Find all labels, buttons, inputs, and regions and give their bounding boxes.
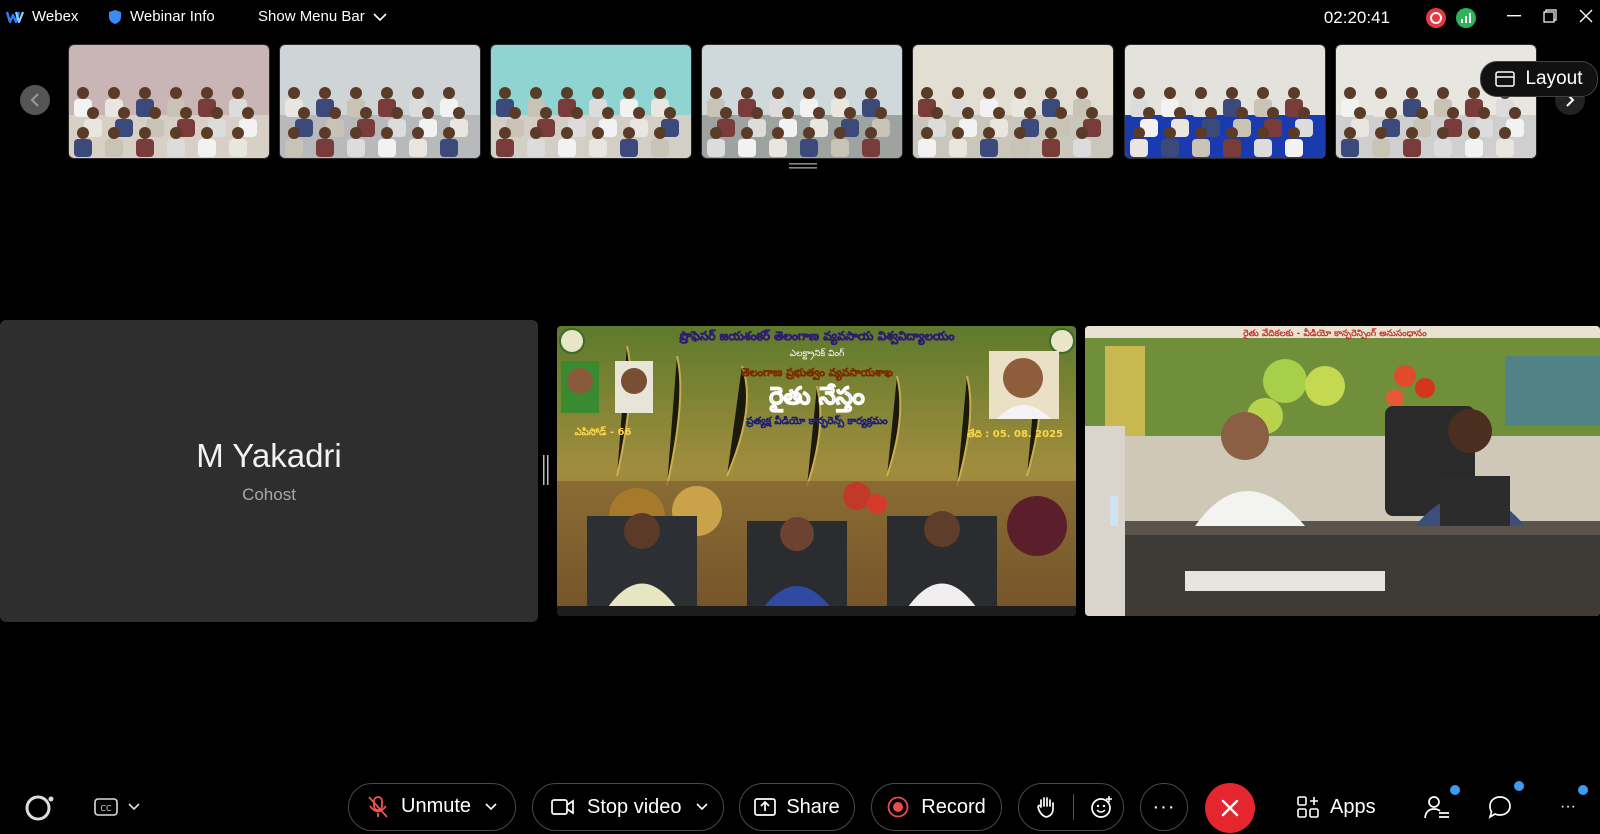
thumbnail-video-frame [913,45,1113,158]
emoji-reaction-icon [1091,796,1112,818]
stop-video-button-group: Stop video [532,783,724,831]
meeting-timer: 02:20:41 [1323,8,1390,27]
participant-thumbnail-2[interactable] [279,44,481,159]
banner-episode-text: ఎపిసోడ్ - 66 [575,426,632,438]
apps-grid-icon [1297,796,1319,818]
thumbnail-video-frame [69,45,269,158]
stop-video-label: Stop video [587,795,682,818]
thumbnail-video-frame [1125,45,1325,158]
webinar-info-button[interactable]: Webinar Info [108,8,215,25]
filmstrip-resize-handle[interactable] [789,163,817,169]
closed-captions-icon: CC [94,798,118,816]
chat-button[interactable] [1488,785,1512,829]
chevron-down-icon [128,803,140,811]
banner-government-text: తెలంగాణ ప్రభుత్వం వ్యవసాయశాఖ [741,366,893,381]
thumbnail-video-frame [280,45,480,158]
thumbnail-video-frame [702,45,902,158]
title-bar: Webex Webinar Info Show Menu Bar 02:20:4… [0,0,1600,38]
more-options-button[interactable]: ··· [1140,783,1188,831]
studio-video-frame: రైతు వేదికలకు - వీడియో కాన్ఫరెన్సింగ్ అన… [1085,326,1600,616]
webex-assistant-button[interactable] [24,785,56,829]
participants-button[interactable] [1424,785,1450,829]
close-icon [1221,799,1239,817]
share-label: Share [786,795,840,818]
chevron-left-icon [30,93,39,107]
minimize-icon[interactable] [1504,6,1524,26]
participant-thumbnail-6[interactable] [1124,44,1326,159]
participants-notification-badge [1450,785,1460,795]
webinar-info-label: Webinar Info [130,8,215,25]
reactions-button[interactable] [1090,795,1114,819]
participant-filmstrip [0,44,1600,159]
raise-hand-icon [1037,797,1054,818]
reactions-button-group [1018,783,1124,831]
app-title: Webex [6,8,78,25]
overflow-notification-badge [1578,785,1588,795]
app-name: Webex [32,8,79,25]
closed-captions-button[interactable]: CC [94,785,140,829]
participant-thumbnail-5[interactable] [912,44,1114,159]
apps-button[interactable]: Apps [1296,785,1376,829]
overflow-menu-label: ··· [1560,798,1576,815]
reactions-divider [1073,794,1074,820]
unmute-button-group: Unmute [348,783,516,831]
layout-button[interactable]: Layout [1480,61,1598,97]
record-label: Record [921,795,986,818]
assistant-ring-icon [25,795,54,821]
raise-hand-button[interactable] [1035,795,1057,819]
filmstrip-previous-button[interactable] [20,85,50,115]
banner-university-text: ప్రొఫెసర్ జయశంకర్ తెలంగాణ వ్యవసాయ విశ్వవ… [679,329,954,345]
participant-role: Cohost [242,485,296,504]
restore-icon[interactable] [1540,6,1560,26]
thumbnail-video-frame [491,45,691,158]
participant-tile-m-yakadri[interactable]: M Yakadri Cohost [0,320,538,622]
leave-meeting-button[interactable] [1205,783,1255,833]
shield-icon [109,9,121,24]
participant-name: M Yakadri [196,437,342,474]
share-screen-icon [754,798,777,816]
layout-icon [1495,71,1516,87]
participant-thumbnail-1[interactable] [68,44,270,159]
studio-video-tile[interactable]: రైతు వేదికలకు - వీడియో కాన్ఫరెన్సింగ్ అన… [1085,326,1600,616]
muted-microphone-icon [368,796,388,818]
record-icon [887,796,909,818]
webex-logo-icon [6,11,24,23]
banner-title-text: రైతు నేస్తం [769,382,864,413]
chevron-down-icon [373,12,387,21]
shared-video-banner-tile[interactable]: ప్రొఫెసర్ జయశంకర్ తెలంగాణ వ్యవసాయ విశ్వవ… [557,326,1076,616]
stage-splitter-handle[interactable] [543,455,549,485]
banner-wing-text: ఎలక్ట్రానిక్ వింగ్ [790,348,845,360]
share-button[interactable]: Share [739,783,855,831]
show-menu-bar-button[interactable]: Show Menu Bar [258,8,387,25]
network-health-icon[interactable] [1456,8,1476,28]
more-options-label: ··· [1152,795,1176,818]
banner-video-frame: ప్రొఫెసర్ జయశంకర్ తెలంగాణ వ్యవసాయ విశ్వవ… [557,326,1076,616]
chat-bubble-icon [1488,796,1511,819]
participants-icon [1424,796,1449,819]
show-menu-bar-label: Show Menu Bar [258,8,365,25]
participant-thumbnail-3[interactable] [490,44,692,159]
audio-options-chevron-icon[interactable] [485,803,497,811]
video-options-chevron-icon[interactable] [695,803,708,811]
svg-text:CC: CC [100,804,112,813]
unmute-label: Unmute [401,795,472,817]
banner-live-text: ప్రత్యక్ష వీడియో కాన్ఫరెన్స్ కార్యక్రమం [746,414,888,429]
video-camera-icon [551,799,574,815]
layout-label: Layout [1525,68,1583,89]
chat-notification-badge [1514,781,1524,791]
banner-date-text: తేది : 05. 08. 2025 [967,428,1063,440]
record-button[interactable]: Record [871,783,1002,831]
stop-video-button[interactable]: Stop video [551,796,682,819]
apps-label: Apps [1330,795,1376,818]
close-window-icon[interactable] [1576,6,1596,26]
studio-banner-text: రైతు వేదికలకు - వీడియో కాన్ఫరెన్సింగ్ అన… [1243,327,1427,340]
participant-thumbnail-4[interactable] [701,44,903,159]
unmute-button[interactable]: Unmute [367,795,471,819]
overflow-menu-button[interactable]: ··· [1560,785,1576,829]
recording-status-icon[interactable] [1426,8,1446,28]
